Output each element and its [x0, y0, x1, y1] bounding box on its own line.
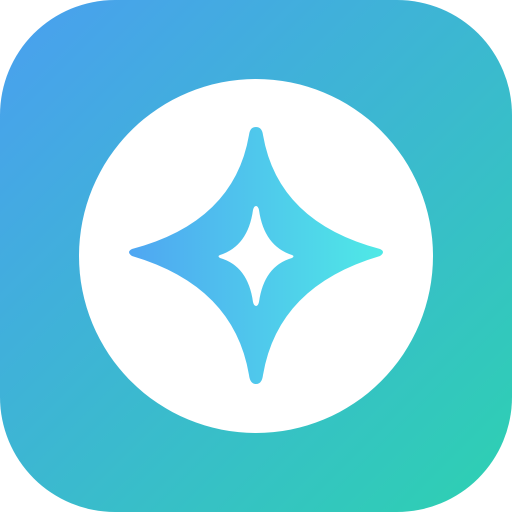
- app-icon[interactable]: [0, 0, 512, 512]
- icon-canvas: [0, 0, 512, 512]
- app-icon-graphic: [0, 0, 512, 512]
